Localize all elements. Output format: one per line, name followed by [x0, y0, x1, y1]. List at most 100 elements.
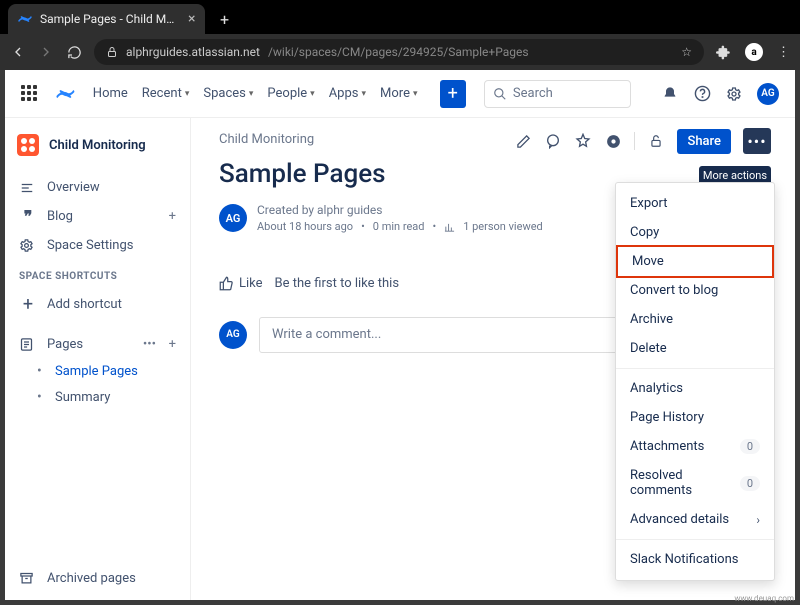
shortcuts-heading: SPACE SHORTCUTS	[13, 259, 182, 288]
nav-recent[interactable]: Recent▾	[142, 86, 190, 101]
meta-views: 1 person viewed	[463, 219, 543, 236]
browser-profile-icon[interactable]: a	[745, 43, 763, 61]
comment-icon[interactable]	[544, 132, 562, 150]
create-button[interactable]: +	[440, 80, 466, 108]
sidebar-item-space-settings[interactable]: Space Settings	[13, 232, 182, 259]
watch-icon[interactable]	[604, 132, 622, 150]
star-icon[interactable]	[574, 132, 592, 150]
comment-avatar: AG	[219, 321, 247, 349]
meta-time: About 18 hours ago	[257, 219, 353, 236]
menu-delete[interactable]: Delete	[616, 334, 774, 363]
help-icon[interactable]	[693, 85, 711, 103]
space-logo-icon	[17, 134, 39, 156]
chevron-right-icon: ›	[756, 513, 760, 527]
add-blog-icon[interactable]: +	[169, 209, 176, 224]
like-button[interactable]: Like	[219, 276, 263, 291]
new-tab-button[interactable]: +	[213, 8, 235, 30]
chevron-down-icon: ▾	[310, 89, 315, 99]
tab-close-icon[interactable]: ×	[188, 11, 195, 27]
sidebar-add-shortcut[interactable]: + Add shortcut	[13, 288, 182, 321]
sidebar: Child Monitoring Overview ❞ Blog + Space…	[5, 118, 191, 600]
confluence-favicon-icon	[18, 12, 32, 26]
menu-divider	[616, 539, 774, 540]
menu-copy[interactable]: Copy	[616, 218, 774, 247]
chevron-down-icon: ▾	[362, 89, 367, 99]
app-switcher-icon[interactable]	[21, 85, 38, 103]
divider	[634, 132, 635, 150]
nav-links: Home Recent▾ Spaces▾ People▾ Apps▾ More▾	[93, 86, 418, 101]
bookmark-icon[interactable]: ☆	[681, 45, 692, 59]
browser-menu-icon[interactable]: ⋮	[777, 45, 790, 60]
sidebar-item-overview[interactable]: Overview	[13, 174, 182, 201]
menu-attachments[interactable]: Attachments0	[616, 432, 774, 461]
author-avatar[interactable]: AG	[219, 204, 247, 232]
pages-icon	[19, 337, 37, 352]
menu-advanced-details[interactable]: Advanced details›	[616, 505, 774, 534]
gear-icon	[19, 238, 37, 253]
menu-analytics[interactable]: Analytics	[616, 374, 774, 403]
nav-apps[interactable]: Apps▾	[329, 86, 366, 101]
browser-toolbar: alphrguides.atlassian.net/wiki/spaces/CM…	[0, 34, 800, 70]
plus-icon: +	[19, 294, 37, 315]
sidebar-item-pages[interactable]: Pages ••• +	[13, 331, 182, 358]
more-actions-menu: Export Copy Move Convert to blog Archive…	[615, 182, 775, 581]
more-actions-button[interactable]: •••	[743, 128, 771, 154]
attachments-count-badge: 0	[740, 439, 760, 454]
nav-spaces[interactable]: Spaces▾	[203, 86, 253, 101]
sidebar-item-blog[interactable]: ❞ Blog +	[13, 201, 182, 232]
watermark: www.deuaq.com	[734, 594, 794, 603]
address-bar[interactable]: alphrguides.atlassian.net/wiki/spaces/CM…	[94, 39, 704, 65]
tab-title: Sample Pages - Child Monitoring	[40, 12, 180, 26]
add-page-icon[interactable]: +	[169, 337, 176, 352]
browser-tab[interactable]: Sample Pages - Child Monitoring ×	[8, 4, 205, 34]
pages-more-icon[interactable]: •••	[143, 337, 156, 352]
settings-icon[interactable]	[725, 85, 743, 103]
lock-icon	[106, 46, 118, 58]
resolved-count-badge: 0	[740, 476, 760, 491]
created-by: Created by alphr guides	[257, 201, 543, 219]
url-path: /wiki/spaces/CM/pages/294925/Sample+Page…	[268, 45, 529, 59]
archive-icon	[19, 571, 37, 586]
menu-convert-to-blog[interactable]: Convert to blog	[616, 276, 774, 305]
space-name: Child Monitoring	[49, 138, 146, 153]
chevron-down-icon: ▾	[413, 89, 418, 99]
confluence-logo-icon[interactable]	[56, 84, 75, 104]
thumbs-up-icon	[219, 276, 234, 291]
menu-divider	[616, 368, 774, 369]
menu-archive[interactable]: Archive	[616, 305, 774, 334]
nav-home[interactable]: Home	[93, 86, 128, 101]
meta-read: 0 min read	[373, 219, 425, 236]
overview-icon	[19, 181, 37, 195]
chevron-down-icon: ▾	[249, 89, 254, 99]
forward-button[interactable]	[38, 44, 54, 60]
edit-icon[interactable]	[514, 132, 532, 150]
page-tree-sample-pages[interactable]: Sample Pages	[13, 358, 182, 384]
menu-export[interactable]: Export	[616, 189, 774, 218]
share-button[interactable]: Share	[677, 129, 731, 154]
nav-more[interactable]: More▾	[380, 86, 417, 101]
restrictions-icon[interactable]	[647, 132, 665, 150]
top-navigation: Home Recent▾ Spaces▾ People▾ Apps▾ More▾…	[5, 70, 795, 118]
notifications-icon[interactable]	[661, 85, 679, 103]
menu-slack-notifications[interactable]: Slack Notifications	[616, 545, 774, 574]
analytics-icon	[444, 222, 455, 233]
search-icon	[493, 87, 507, 101]
profile-avatar[interactable]: AG	[757, 83, 779, 105]
nav-people[interactable]: People▾	[267, 86, 314, 101]
blog-icon: ❞	[19, 207, 37, 226]
menu-resolved-comments[interactable]: Resolved comments0	[616, 461, 774, 505]
chevron-down-icon: ▾	[185, 89, 190, 99]
comment-input[interactable]: Write a comment...	[259, 317, 639, 353]
back-button[interactable]	[10, 44, 26, 60]
reload-button[interactable]	[66, 45, 82, 60]
search-input[interactable]: Search	[484, 80, 631, 108]
url-host: alphrguides.atlassian.net	[126, 45, 260, 59]
menu-page-history[interactable]: Page History	[616, 403, 774, 432]
browser-tab-strip: Sample Pages - Child Monitoring × +	[0, 0, 800, 34]
page-tree-summary[interactable]: Summary	[13, 384, 182, 410]
menu-move[interactable]: Move	[616, 245, 774, 278]
page-actions: Share ••• More actions	[514, 128, 771, 154]
sidebar-archived-pages[interactable]: Archived pages	[13, 565, 182, 592]
space-header[interactable]: Child Monitoring	[13, 130, 182, 160]
extensions-icon[interactable]	[716, 45, 731, 60]
